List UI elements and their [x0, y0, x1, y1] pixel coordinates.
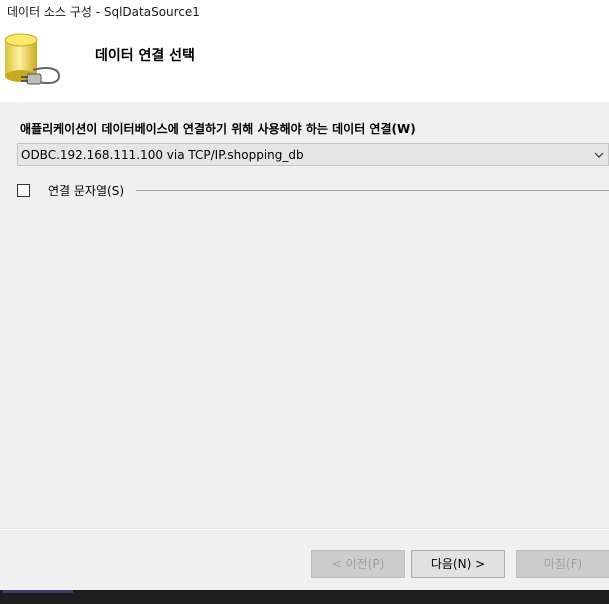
- connection-selected-value: ODBC.192.168.111.100 via TCP/IP.shopping…: [21, 148, 304, 162]
- connection-string-checkbox[interactable]: [17, 184, 30, 197]
- database-plug-icon: [4, 33, 61, 85]
- connection-dropdown[interactable]: ODBC.192.168.111.100 via TCP/IP.shopping…: [17, 143, 609, 166]
- wizard-header: 데이터 연결 선택: [0, 22, 609, 102]
- page-title: 데이터 연결 선택: [95, 48, 195, 64]
- previous-button[interactable]: < 이전(P): [311, 550, 405, 578]
- wizard-content: 애플리케이션이 데이터베이스에 연결하기 위해 사용해야 하는 데이터 연결(W…: [0, 102, 609, 528]
- chevron-down-icon: [594, 152, 604, 158]
- finish-button[interactable]: 마침(F): [516, 550, 609, 578]
- group-divider: [136, 190, 609, 191]
- taskbar-accent: [3, 590, 73, 593]
- config-datasource-window: 데이터 소스 구성 - SqlDataSource1 데이터 연결 선택 애플리…: [0, 0, 609, 604]
- connection-string-label[interactable]: 연결 문자열(S): [48, 182, 124, 199]
- window-title: 데이터 소스 구성 - SqlDataSource1: [0, 0, 609, 22]
- taskbar-strip: [0, 590, 609, 604]
- next-button[interactable]: 다음(N) >: [411, 550, 505, 578]
- wizard-footer: < 이전(P) 다음(N) > 마침(F): [0, 530, 609, 590]
- connection-label: 애플리케이션이 데이터베이스에 연결하기 위해 사용해야 하는 데이터 연결(W…: [20, 122, 416, 136]
